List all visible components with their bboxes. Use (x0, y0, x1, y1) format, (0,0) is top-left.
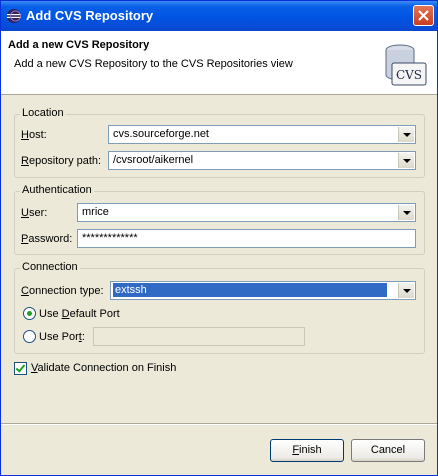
window-title: Add CVS Repository (26, 8, 154, 23)
host-label: Host: (21, 129, 47, 141)
connection-type-label: Connection type: (21, 285, 104, 297)
connection-type-value: extssh (113, 283, 387, 297)
header-banner: Add a new CVS Repository Add a new CVS R… (1, 31, 437, 95)
host-dropdown-arrow[interactable] (398, 127, 414, 142)
password-label: Password: (21, 233, 73, 245)
connection-legend: Connection (20, 261, 80, 273)
use-port-label[interactable]: Use Port: (39, 331, 85, 343)
cancel-button[interactable]: Cancel (351, 439, 425, 462)
banner-title: Add a new CVS Repository (8, 39, 150, 51)
cvs-repository-icon: CVS (385, 44, 427, 86)
banner-description: Add a new CVS Repository to the CVS Repo… (14, 58, 293, 70)
cvs-icon-text: CVS (396, 68, 422, 82)
use-port-radio[interactable] (23, 330, 36, 343)
cancel-label: Cancel (370, 444, 406, 456)
use-default-port-label[interactable]: Use Default Port (39, 308, 120, 320)
close-button[interactable] (413, 5, 434, 26)
host-value: cvs.sourceforge.net (113, 128, 209, 140)
host-label-text: ost: (28, 129, 47, 141)
eclipse-icon (7, 9, 21, 23)
repository-path-label: Repository path: (21, 155, 102, 167)
repository-path-dropdown-arrow[interactable] (398, 153, 414, 168)
finish-label: inish (299, 444, 322, 456)
footer-separator (1, 423, 437, 425)
authentication-legend: Authentication (20, 184, 94, 196)
user-dropdown-arrow[interactable] (398, 205, 414, 220)
close-icon (418, 10, 429, 21)
user-combo[interactable]: mrice (77, 203, 416, 222)
finish-button[interactable]: Finish (270, 439, 344, 462)
port-field[interactable] (93, 327, 305, 346)
add-cvs-repository-dialog: Add CVS Repository Add a new CVS Reposit… (0, 0, 438, 476)
password-value: ************* (82, 232, 138, 244)
validate-connection-checkbox[interactable] (14, 362, 27, 375)
user-value: mrice (82, 206, 109, 218)
repository-path-value: /cvsroot/aikernel (113, 154, 194, 166)
connection-type-dropdown-arrow[interactable] (398, 283, 414, 298)
user-label: User: (21, 207, 48, 219)
repository-path-combo[interactable]: /cvsroot/aikernel (108, 151, 416, 170)
host-combo[interactable]: cvs.sourceforge.net (108, 125, 416, 144)
use-default-port-radio[interactable] (23, 307, 36, 320)
validate-connection-label[interactable]: Validate Connection on Finish (31, 362, 176, 374)
title-bar[interactable]: Add CVS Repository (1, 1, 437, 31)
password-field[interactable]: ************* (77, 229, 416, 248)
connection-type-combo[interactable]: extssh (110, 281, 416, 300)
location-legend: Location (20, 107, 66, 119)
